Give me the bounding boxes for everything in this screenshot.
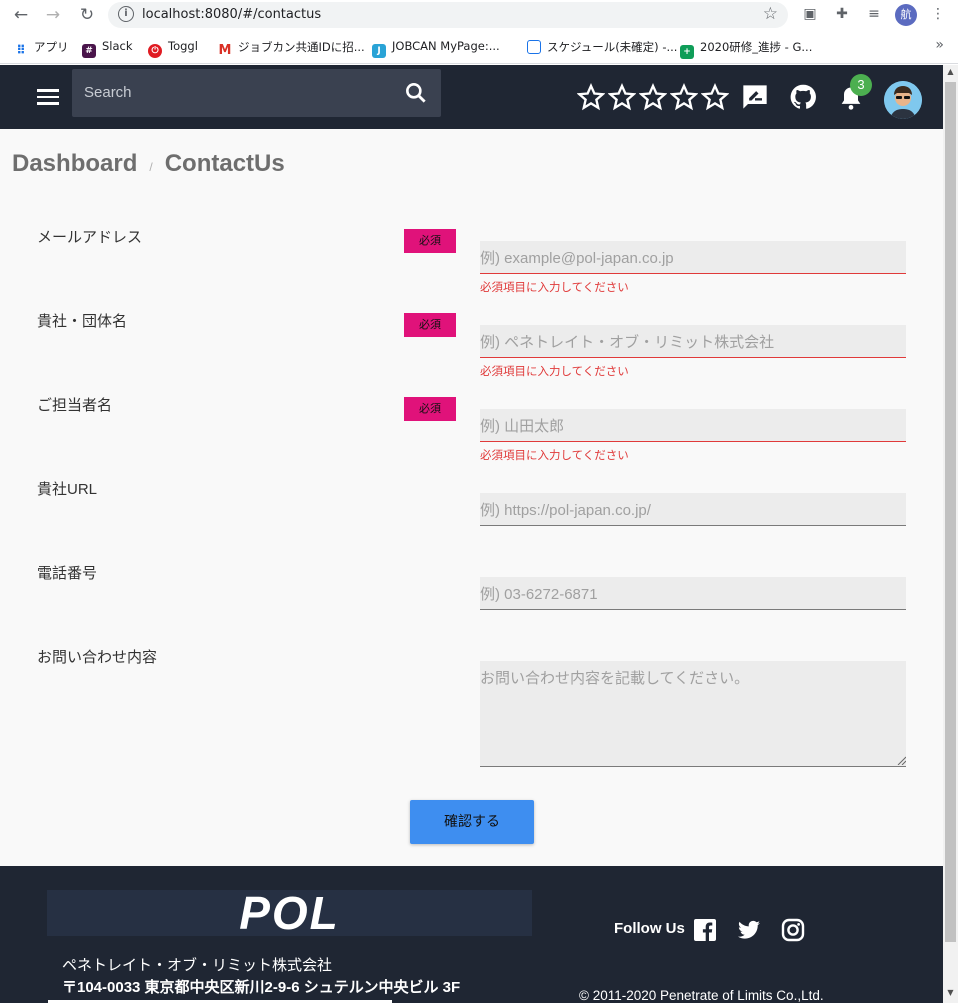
bookmarks-bar: ⠿ アプリ # Slack ⏻ Toggl M ジョブカン共通IDに招... J JOBC… — [0, 30, 958, 64]
follow-us-label: Follow Us — [614, 920, 685, 937]
phone-label: 電話番号 — [37, 565, 98, 582]
star-outline-icon[interactable] — [639, 83, 667, 111]
company-name: ペネトレイト・オブ・リミット株式会社 — [62, 957, 333, 974]
feedback-icon[interactable] — [741, 83, 769, 111]
star-outline-icon[interactable] — [577, 83, 605, 111]
scroll-up-icon[interactable]: ▲ — [945, 67, 956, 79]
twitter-icon[interactable] — [737, 918, 761, 942]
email-field[interactable]: 例) example@pol-japan.co.jp — [480, 241, 906, 274]
toggl-icon: ⏻ — [148, 44, 162, 58]
app-header: Search 3 — [0, 65, 943, 129]
gmail-icon: M — [218, 43, 232, 58]
main-content: Dashboard / ContactUs メールアドレス 必須 例) exampl… — [0, 129, 943, 866]
bookmarks-more[interactable]: » — [935, 37, 944, 53]
confirm-button[interactable]: 確認する — [410, 800, 534, 844]
search-placeholder: Search — [84, 84, 132, 101]
bookmark-jobcan-mypage[interactable]: J JOBCAN MyPage:... — [372, 39, 500, 58]
star-outline-icon[interactable] — [701, 83, 729, 111]
inquiry-textarea[interactable]: お問い合わせ内容を記載してください。 — [480, 661, 906, 767]
forward-arrow-icon[interactable]: → — [42, 4, 64, 26]
person-field[interactable]: 例) 山田太郎 — [480, 409, 906, 442]
breadcrumb-dashboard[interactable]: Dashboard — [12, 150, 137, 177]
jobcan-icon: J — [372, 44, 386, 58]
bookmark-slack[interactable]: # Slack — [82, 39, 133, 58]
required-badge: 必須 — [404, 313, 456, 337]
url-text[interactable]: localhost:8080/#/contactus — [142, 7, 321, 22]
person-error: 必須項目に入力してください — [480, 448, 629, 462]
url-label: 貴社URL — [37, 481, 98, 498]
info-icon[interactable]: i — [118, 6, 134, 22]
email-error: 必須項目に入力してください — [480, 280, 629, 294]
instagram-icon[interactable] — [781, 918, 805, 942]
inquiry-label: お問い合わせ内容 — [37, 649, 158, 666]
resize-handle-icon[interactable] — [896, 755, 906, 765]
calendar-icon — [527, 40, 541, 54]
browser-toolbar: ← → ↻ i localhost:8080/#/contactus ☆ ▣ ✚… — [0, 0, 958, 30]
facebook-icon[interactable] — [693, 918, 717, 942]
address-bar[interactable]: i localhost:8080/#/contactus ☆ — [108, 2, 788, 28]
company-field[interactable]: 例) ペネトレイト・オブ・リミット株式会社 — [480, 325, 906, 358]
bookmark-jobcan-id[interactable]: M ジョブカン共通IDに招... — [218, 39, 365, 58]
required-badge: 必須 — [404, 397, 456, 421]
copyright: © 2011-2020 Penetrate of Limits Co.,Ltd. — [579, 988, 824, 1003]
company-label: 貴社・団体名 — [37, 313, 128, 330]
reload-icon[interactable]: ↻ — [76, 4, 98, 26]
avatar[interactable] — [884, 81, 922, 119]
notification-badge: 3 — [850, 74, 872, 96]
footer: POL ペネトレイト・オブ・リミット株式会社 〒104-0033 東京都中央区新… — [0, 866, 943, 1003]
company-error: 必須項目に入力してください — [480, 364, 629, 378]
bookmark-training[interactable]: +2020研修_進捗 - G... — [680, 39, 812, 59]
bookmark-toggl[interactable]: ⏻ Toggl — [148, 39, 198, 58]
scrollbar-thumb[interactable] — [945, 82, 956, 942]
bookmark-apps[interactable]: ⠿ アプリ — [14, 39, 68, 57]
apps-grid-icon: ⠿ — [16, 43, 26, 57]
search-input[interactable]: Search — [72, 69, 441, 117]
media-icon[interactable]: ≡ — [865, 5, 883, 23]
user-avatar-icon — [884, 81, 922, 119]
url-field[interactable]: 例) https://pol-japan.co.jp/ — [480, 493, 906, 526]
email-label: メールアドレス — [37, 229, 143, 246]
extension-icon[interactable]: ▣ — [801, 5, 819, 23]
breadcrumb-separator: / — [149, 160, 153, 174]
sheets-icon: + — [680, 45, 694, 59]
breadcrumb-current: ContactUs — [164, 150, 285, 177]
github-icon[interactable] — [789, 83, 817, 111]
company-address: 〒104-0033 東京都中央区新川2-9-6 シュテルン中央ビル 3F — [62, 979, 461, 996]
back-arrow-icon[interactable]: ← — [10, 4, 32, 26]
slack-icon: # — [82, 44, 96, 58]
person-label: ご担当者名 — [37, 397, 113, 414]
required-badge: 必須 — [404, 229, 456, 253]
logo-text: POL — [239, 887, 340, 939]
star-outline-icon[interactable] — [670, 83, 698, 111]
scroll-down-icon[interactable]: ▼ — [945, 988, 956, 1000]
bookmark-star-icon[interactable]: ☆ — [763, 4, 778, 24]
menu-kebab-icon[interactable]: ⋮ — [929, 5, 947, 23]
menu-icon[interactable] — [37, 89, 59, 105]
phone-field[interactable]: 例) 03-6272-6871 — [480, 577, 906, 610]
profile-avatar[interactable]: 航 — [895, 4, 917, 26]
bookmark-schedule[interactable]: スケジュール(未確定) -... — [527, 39, 677, 55]
breadcrumb: Dashboard / ContactUs — [12, 150, 285, 178]
search-icon[interactable] — [403, 80, 429, 106]
star-outline-icon[interactable] — [608, 83, 636, 111]
logo[interactable]: POL — [47, 887, 532, 939]
puzzle-icon[interactable]: ✚ — [833, 5, 851, 23]
